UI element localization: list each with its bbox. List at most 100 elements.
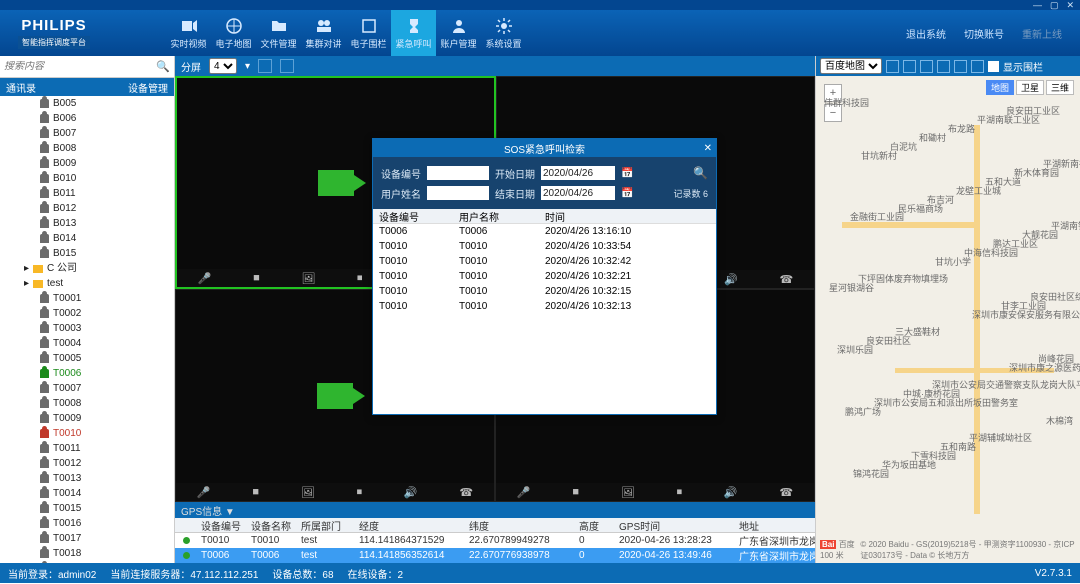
- speaker-icon[interactable]: 🔊: [724, 273, 738, 286]
- tree-device[interactable]: T0016: [10, 516, 174, 531]
- input-start-date[interactable]: [541, 166, 615, 180]
- map-tool-3[interactable]: [920, 60, 933, 73]
- map-tool-6[interactable]: [971, 60, 984, 73]
- modal-row[interactable]: T0006T00062020/4/26 13:16:10: [373, 224, 716, 239]
- stop-icon[interactable]: ⏹: [357, 272, 363, 285]
- tree-device[interactable]: T0011: [10, 441, 174, 456]
- modal-row[interactable]: T0010T00102020/4/26 10:33:54: [373, 239, 716, 254]
- split-select[interactable]: 4: [209, 58, 237, 74]
- search-icon[interactable]: 🔍: [152, 60, 174, 73]
- tree-device[interactable]: T0002: [10, 306, 174, 321]
- mic-icon[interactable]: 🎤: [197, 486, 211, 499]
- speaker-icon[interactable]: 🔊: [724, 486, 738, 499]
- close-icon[interactable]: ✕: [704, 143, 712, 154]
- nav-gear[interactable]: 系统设置: [481, 10, 526, 56]
- tree-device[interactable]: T0017: [10, 531, 174, 546]
- switch-account-link[interactable]: 切换账号: [964, 26, 1004, 41]
- tree-device[interactable]: T0004: [10, 336, 174, 351]
- tree-device[interactable]: T0015: [10, 501, 174, 516]
- tree-device[interactable]: T0014: [10, 486, 174, 501]
- logout-link[interactable]: 退出系统: [906, 26, 946, 41]
- tree-device[interactable]: T0008: [10, 396, 174, 411]
- tree-device[interactable]: T0013: [10, 471, 174, 486]
- modal-row[interactable]: T0010T00102020/4/26 10:32:15: [373, 284, 716, 299]
- tree-device[interactable]: B014: [10, 231, 174, 246]
- map-tool-1[interactable]: [886, 60, 899, 73]
- layout-button[interactable]: [258, 59, 272, 73]
- tree-folder[interactable]: ▸C 公司: [10, 261, 174, 276]
- tree-device[interactable]: B007: [10, 126, 174, 141]
- map-tool-2[interactable]: [903, 60, 916, 73]
- device-mgmt-link[interactable]: 设备管理: [128, 80, 168, 95]
- tree-device[interactable]: B012: [10, 201, 174, 216]
- tree-device[interactable]: T0018: [10, 546, 174, 561]
- nav-sos[interactable]: 紧急呼叫: [391, 10, 436, 56]
- snapshot-icon[interactable]: 🖼: [301, 272, 315, 285]
- video-icon[interactable]: ■: [252, 486, 259, 498]
- device-tree[interactable]: B005B006B007B008B009B010B011B012B013B014…: [0, 96, 174, 563]
- map-chip-map[interactable]: 地图: [986, 80, 1014, 95]
- tree-device[interactable]: B008: [10, 141, 174, 156]
- tree-device[interactable]: T0003: [10, 321, 174, 336]
- gps-panel-header[interactable]: GPS信息 ▼: [175, 502, 815, 518]
- tree-device[interactable]: T0006: [10, 366, 174, 381]
- tree-device[interactable]: T0001: [10, 291, 174, 306]
- map-canvas[interactable]: 地图 卫星 三维 + − Bai 百度 100 米 © 2020 Baidu -…: [816, 76, 1080, 563]
- hangup-icon[interactable]: ☎: [459, 486, 473, 499]
- tree-device[interactable]: T0010: [10, 426, 174, 441]
- tree-device[interactable]: T0012: [10, 456, 174, 471]
- stop-icon[interactable]: ⏹: [677, 486, 683, 499]
- hangup-icon[interactable]: ☎: [779, 486, 793, 499]
- reconnect-link[interactable]: 重新上线: [1022, 26, 1062, 41]
- input-user-name[interactable]: [427, 186, 489, 200]
- tree-folder[interactable]: ▸test: [10, 276, 174, 291]
- tree-device[interactable]: T0009: [10, 411, 174, 426]
- calendar-icon[interactable]: 📅: [621, 188, 633, 199]
- map-chip-3d[interactable]: 三维: [1046, 80, 1074, 95]
- nav-globe[interactable]: 电子地图: [211, 10, 256, 56]
- mic-icon[interactable]: 🎤: [517, 486, 531, 499]
- gps-row[interactable]: T0006T0006test114.14185635261422.6707769…: [175, 548, 815, 563]
- maximize-icon[interactable]: ▢: [1050, 0, 1059, 11]
- toolbar-dropdown-icon[interactable]: ▾: [245, 61, 250, 72]
- map-tool-5[interactable]: [954, 60, 967, 73]
- nav-group[interactable]: 集群对讲: [301, 10, 346, 56]
- tree-device[interactable]: B006: [10, 111, 174, 126]
- stop-icon[interactable]: ⏹: [357, 486, 363, 499]
- tree-device[interactable]: B010: [10, 171, 174, 186]
- mic-icon[interactable]: 🎤: [198, 272, 212, 285]
- tree-device[interactable]: T0007: [10, 381, 174, 396]
- modal-row[interactable]: T0010T00102020/4/26 10:32:42: [373, 254, 716, 269]
- minimize-icon[interactable]: —: [1033, 0, 1042, 10]
- tree-device[interactable]: B011: [10, 186, 174, 201]
- snapshot-icon[interactable]: 🖼: [621, 486, 635, 499]
- nav-folder[interactable]: 文件管理: [256, 10, 301, 56]
- speaker-icon[interactable]: 🔊: [404, 486, 418, 499]
- fence-checkbox[interactable]: [988, 61, 999, 72]
- search-input[interactable]: [0, 61, 152, 72]
- gps-row[interactable]: T0010T0010test114.14186437152922.6707899…: [175, 533, 815, 548]
- map-tool-4[interactable]: [937, 60, 950, 73]
- search-icon[interactable]: 🔍: [693, 166, 708, 180]
- modal-row[interactable]: T0010T00102020/4/26 10:32:13: [373, 299, 716, 314]
- nav-video[interactable]: 实时视频: [166, 10, 211, 56]
- video-icon[interactable]: ■: [253, 272, 260, 284]
- hangup-icon[interactable]: ☎: [779, 273, 793, 286]
- tree-device[interactable]: T0005: [10, 351, 174, 366]
- nav-fence[interactable]: 电子围栏: [346, 10, 391, 56]
- tree-device[interactable]: T0019: [10, 561, 174, 563]
- modal-row[interactable]: T0010T00102020/4/26 10:32:21: [373, 269, 716, 284]
- calendar-icon[interactable]: 📅: [621, 168, 633, 179]
- input-end-date[interactable]: [541, 186, 615, 200]
- fullscreen-button[interactable]: [280, 59, 294, 73]
- tree-device[interactable]: B015: [10, 246, 174, 261]
- tree-device[interactable]: B013: [10, 216, 174, 231]
- nav-user[interactable]: 账户管理: [436, 10, 481, 56]
- map-chip-satellite[interactable]: 卫星: [1016, 80, 1044, 95]
- tree-device[interactable]: B009: [10, 156, 174, 171]
- tree-device[interactable]: B005: [10, 96, 174, 111]
- snapshot-icon[interactable]: 🖼: [301, 486, 315, 499]
- input-device-id[interactable]: [427, 166, 489, 180]
- video-icon[interactable]: ■: [572, 486, 579, 498]
- close-icon[interactable]: ✕: [1066, 0, 1074, 11]
